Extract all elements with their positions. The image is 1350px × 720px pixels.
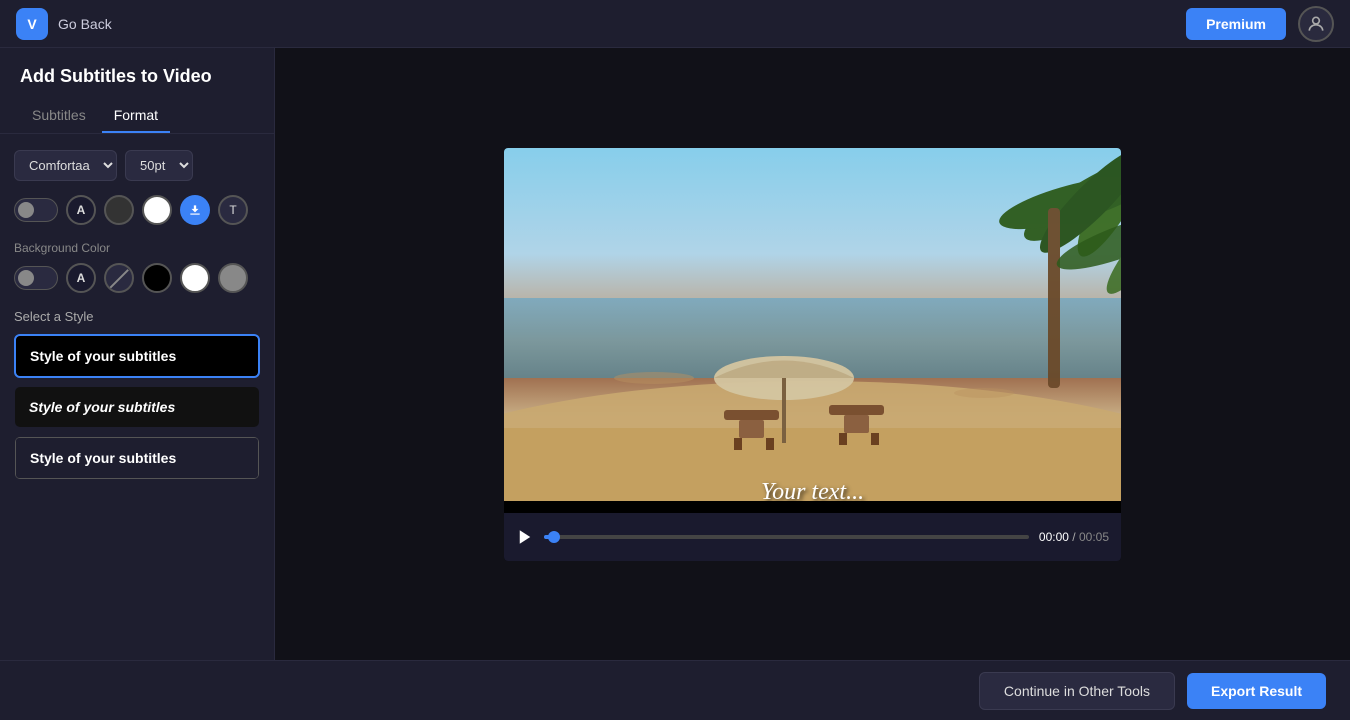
style-option-1[interactable]: Style of your subtitles [14, 334, 260, 378]
video-area: Your text... 00:00 / 00:05 [275, 48, 1350, 660]
text-color-a-button[interactable]: A [66, 195, 96, 225]
go-back-button[interactable]: Go Back [58, 16, 112, 32]
video-timeline[interactable] [544, 535, 1029, 539]
font-size-select[interactable]: 50pt [125, 150, 193, 181]
style-option-3[interactable]: Style of your subtitles [14, 436, 260, 480]
text-color-toggle[interactable] [14, 198, 58, 222]
text-style-t-button[interactable]: T [218, 195, 248, 225]
total-time: 00:05 [1079, 530, 1109, 544]
sidebar: Add Subtitles to Video Subtitles Format … [0, 48, 275, 660]
video-controls: 00:00 / 00:05 [504, 513, 1121, 561]
premium-button[interactable]: Premium [1186, 8, 1286, 40]
current-time: 00:00 [1039, 530, 1069, 544]
text-color-swatch-white[interactable] [142, 195, 172, 225]
page-title: Add Subtitles to Video [0, 48, 274, 99]
export-result-button[interactable]: Export Result [1187, 673, 1326, 709]
bg-color-swatch-white[interactable] [180, 263, 210, 293]
bg-color-swatch-gray[interactable] [218, 263, 248, 293]
select-style-label: Select a Style [14, 309, 260, 324]
style-option-3-text: Style of your subtitles [15, 437, 259, 479]
time-sep-slash: / [1072, 530, 1075, 544]
header-right: Premium [1186, 6, 1334, 42]
main-content: Add Subtitles to Video Subtitles Format … [0, 48, 1350, 660]
user-avatar[interactable] [1298, 6, 1334, 42]
text-color-download-button[interactable] [180, 195, 210, 225]
video-container: Your text... 00:00 / 00:05 [504, 148, 1121, 561]
play-button[interactable] [516, 528, 534, 546]
header-left: V Go Back [16, 8, 112, 40]
continue-other-tools-button[interactable]: Continue in Other Tools [979, 672, 1175, 710]
tabs-container: Subtitles Format [0, 99, 274, 134]
bg-color-a-button[interactable]: A [66, 263, 96, 293]
font-family-select[interactable]: Comfortaa [14, 150, 117, 181]
video-subtitle: Your text... [761, 479, 864, 506]
timeline-dot [548, 531, 560, 543]
bg-color-toggle[interactable] [14, 266, 58, 290]
bottom-bar: Continue in Other Tools Export Result [0, 660, 1350, 720]
style-option-2[interactable]: Style of your subtitles [14, 386, 260, 428]
video-background [504, 148, 1121, 501]
tab-subtitles[interactable]: Subtitles [20, 99, 98, 133]
background-color-label: Background Color [14, 241, 260, 255]
font-row: Comfortaa 50pt [14, 150, 260, 181]
header: V Go Back Premium [0, 0, 1350, 48]
text-color-swatch-darkgray[interactable] [104, 195, 134, 225]
bg-color-row: A [14, 263, 260, 293]
sidebar-body: Comfortaa 50pt A T [0, 134, 274, 660]
bg-color-swatch-none[interactable] [104, 263, 134, 293]
app-logo: V [16, 8, 48, 40]
tab-format[interactable]: Format [102, 99, 170, 133]
style-option-2-text: Style of your subtitles [15, 387, 259, 427]
bg-color-swatch-black[interactable] [142, 263, 172, 293]
time-display: 00:00 / 00:05 [1039, 530, 1109, 544]
style-option-1-text: Style of your subtitles [16, 336, 258, 376]
text-color-row: A T [14, 195, 260, 225]
